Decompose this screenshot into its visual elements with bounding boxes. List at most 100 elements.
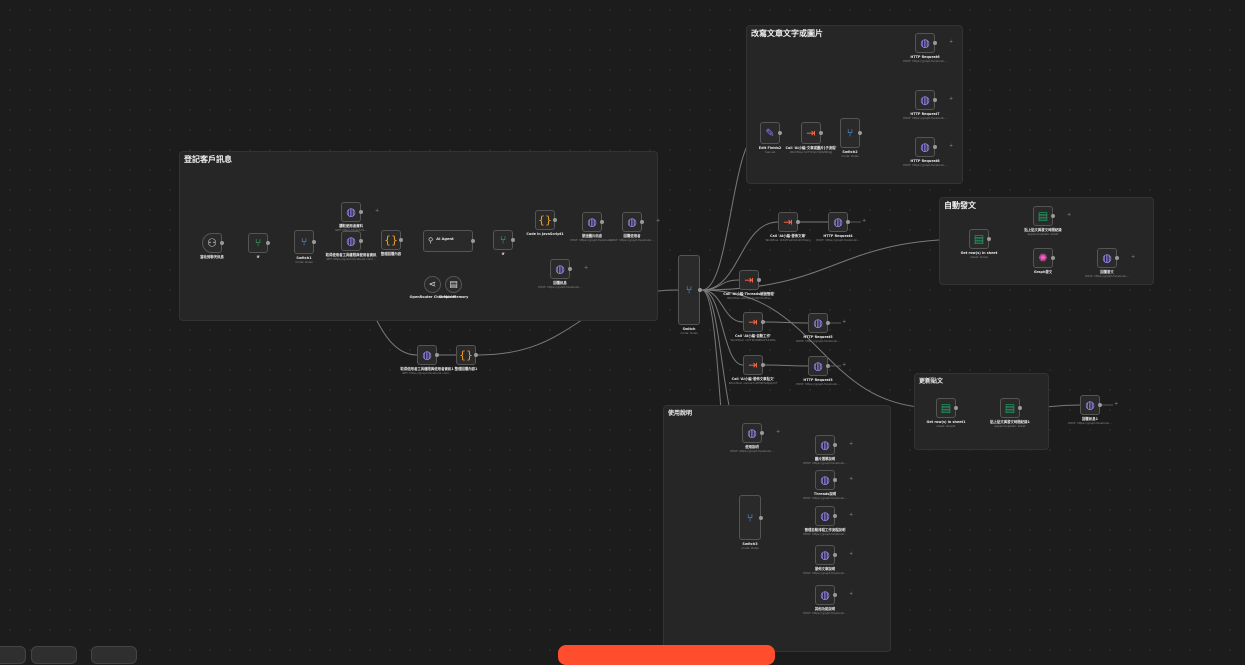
output-port[interactable] (474, 353, 478, 357)
add-node-plus-icon[interactable]: + (656, 219, 660, 224)
output-port[interactable] (266, 241, 270, 245)
add-node-plus-icon[interactable]: + (849, 477, 853, 482)
output-port[interactable] (359, 239, 363, 243)
node-http-k[interactable]: ◍ (808, 313, 830, 333)
node-trigger[interactable]: ⚇ (202, 233, 224, 253)
add-node-plus-icon[interactable]: + (1114, 402, 1118, 407)
connection-line[interactable] (764, 321, 809, 324)
node-switch2[interactable]: ⑂ (840, 118, 862, 148)
node-code2[interactable]: {} (535, 210, 557, 230)
output-port[interactable] (1051, 214, 1055, 218)
output-port[interactable] (757, 278, 761, 282)
node-switch1[interactable]: ⑂ (294, 230, 316, 254)
output-port[interactable] (778, 131, 782, 135)
output-port[interactable] (1018, 406, 1022, 410)
node-http-m[interactable]: ◍ (1097, 248, 1119, 268)
output-port[interactable] (833, 514, 837, 518)
node-http-e[interactable]: ◍ (550, 259, 572, 279)
output-port[interactable] (833, 593, 837, 597)
output-port[interactable] (933, 145, 937, 149)
output-port[interactable] (1115, 256, 1119, 260)
node-exec1[interactable]: ⇥ (801, 122, 823, 144)
output-port[interactable] (399, 238, 403, 242)
add-node-plus-icon[interactable]: + (849, 552, 853, 557)
add-node-plus-icon[interactable]: + (949, 97, 953, 102)
zoom-fit-button[interactable] (0, 646, 26, 664)
add-node-plus-icon[interactable]: + (862, 219, 866, 224)
node-graph[interactable]: ✺ (1033, 248, 1055, 268)
node-http-p[interactable]: ◍ (815, 435, 837, 455)
output-port[interactable] (568, 267, 572, 271)
add-node-plus-icon[interactable]: + (375, 209, 379, 214)
node-http-s[interactable]: ◍ (815, 545, 837, 565)
output-port[interactable] (640, 220, 644, 224)
node-http-r[interactable]: ◍ (815, 506, 837, 526)
node-http-q[interactable]: ◍ (815, 470, 837, 490)
node-exec5[interactable]: ⇥ (743, 355, 765, 375)
output-port[interactable] (987, 237, 991, 241)
add-node-plus-icon[interactable]: + (1067, 213, 1071, 218)
add-node-plus-icon[interactable]: + (842, 320, 846, 325)
output-port[interactable] (833, 443, 837, 447)
add-node-plus-icon[interactable]: + (1131, 255, 1135, 260)
add-node-plus-icon[interactable]: + (776, 430, 780, 435)
output-port[interactable] (933, 41, 937, 45)
output-port[interactable] (796, 220, 800, 224)
output-port[interactable] (511, 238, 515, 242)
sticky-note-manual[interactable]: 使用說明 (663, 405, 891, 652)
node-sheet3[interactable]: ▤ (936, 398, 958, 418)
add-node-plus-icon[interactable]: + (584, 266, 588, 271)
node-sheet1[interactable]: ▤ (969, 229, 991, 249)
connection-line[interactable] (701, 289, 744, 366)
workflow-canvas[interactable]: 登記客戶訊息 改寫文章文字或圖片 自動發文 使用說明 更新貼文 ⚇ 當收到聊天訊息… (0, 0, 1245, 665)
node-sheet2[interactable]: ▤ (1033, 206, 1055, 226)
output-port[interactable] (858, 131, 862, 135)
output-port[interactable] (435, 353, 439, 357)
node-http-g[interactable]: ◍ (915, 33, 937, 53)
output-port[interactable] (600, 220, 604, 224)
node-code1[interactable]: {} (381, 230, 403, 250)
node-http-a[interactable]: ◍ (341, 202, 363, 222)
output-port[interactable] (826, 321, 830, 325)
output-port[interactable] (220, 241, 224, 245)
output-port[interactable] (833, 478, 837, 482)
node-switch-main[interactable]: ⑂ (678, 255, 702, 325)
output-port[interactable] (761, 363, 765, 367)
output-port[interactable] (759, 515, 763, 520)
output-port[interactable] (761, 320, 765, 324)
output-port[interactable] (833, 553, 837, 557)
node-memory[interactable]: ▤ (445, 276, 462, 293)
add-node-plus-icon[interactable]: + (849, 592, 853, 597)
node-edit[interactable]: ✎ (760, 122, 782, 144)
node-if2[interactable]: ⑂ (493, 230, 515, 250)
output-port[interactable] (698, 288, 702, 292)
node-model[interactable]: ⋖ (424, 276, 441, 293)
output-port[interactable] (760, 431, 764, 435)
node-exec2[interactable]: ⇥ (778, 212, 800, 232)
node-http-t[interactable]: ◍ (815, 585, 837, 605)
output-port[interactable] (933, 98, 937, 102)
output-port[interactable] (553, 218, 557, 222)
output-port[interactable] (954, 406, 958, 410)
node-agent[interactable]: ⚲ (423, 230, 475, 252)
output-port[interactable] (359, 210, 363, 214)
add-node-plus-icon[interactable]: + (949, 40, 953, 45)
node-http-l[interactable]: ◍ (808, 356, 830, 376)
sticky-note-update-post[interactable]: 更新貼文 (914, 373, 1049, 450)
node-http-h[interactable]: ◍ (915, 90, 937, 110)
node-exec4[interactable]: ⇥ (743, 312, 765, 332)
add-node-plus-icon[interactable]: + (849, 513, 853, 518)
output-port[interactable] (846, 220, 850, 224)
node-http-c[interactable]: ◍ (582, 212, 604, 232)
node-exec3[interactable]: ⇥ (739, 270, 761, 290)
node-http-n[interactable]: ◍ (1080, 395, 1102, 415)
add-node-plus-icon[interactable]: + (842, 363, 846, 368)
connection-line[interactable] (764, 364, 809, 367)
node-code3[interactable]: {} (456, 345, 478, 365)
node-sheet4[interactable]: ▤ (1000, 398, 1022, 418)
output-port[interactable] (471, 239, 475, 243)
zoom-out-button[interactable] (91, 646, 137, 664)
node-http-o[interactable]: ◍ (742, 423, 764, 443)
add-node-plus-icon[interactable]: + (849, 442, 853, 447)
connection-line[interactable] (701, 289, 937, 409)
